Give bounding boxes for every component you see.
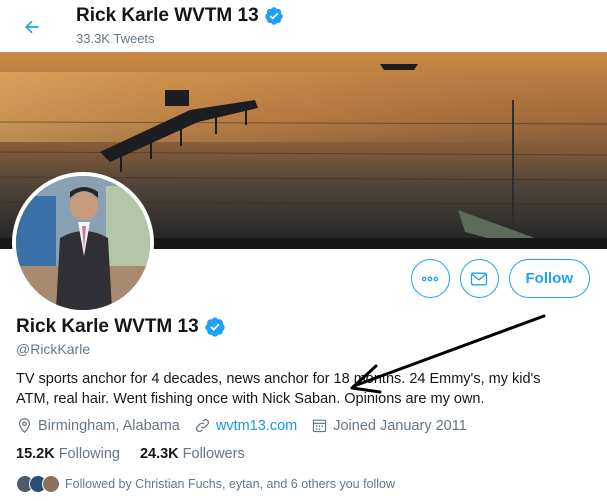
header-title: Rick Karle WVTM 13 <box>76 5 284 27</box>
profile-name: Rick Karle WVTM 13 <box>16 316 199 337</box>
following-label: Following <box>58 446 120 462</box>
profile-handle: @RickKarle <box>16 341 91 357</box>
more-dots-icon <box>421 276 439 281</box>
verified-badge-icon <box>205 317 225 337</box>
followers-label: Followers <box>182 446 245 462</box>
avatar-photo <box>16 176 150 310</box>
link-icon <box>195 418 209 433</box>
arrow-left-icon <box>25 20 39 34</box>
header-name: Rick Karle WVTM 13 <box>76 5 259 26</box>
profile-name-row: Rick Karle WVTM 13 <box>16 316 226 338</box>
website: wvtm13.com <box>194 417 297 434</box>
website-link[interactable]: wvtm13.com <box>216 418 297 434</box>
avatar <box>42 475 60 493</box>
followers-number: 24.3K <box>139 446 179 462</box>
back-button[interactable] <box>14 9 50 45</box>
profile-bio: TV sports anchor for 4 decades, news anc… <box>16 371 541 407</box>
follow-button[interactable]: Follow <box>508 259 590 298</box>
message-button[interactable] <box>459 259 499 298</box>
location-pin-icon <box>18 418 31 434</box>
following-count[interactable]: 15.2K Following <box>16 446 120 462</box>
calendar-icon <box>313 419 327 433</box>
followers-count[interactable]: 24.3K Followers <box>140 446 245 462</box>
profile-actions: Follow <box>410 259 590 298</box>
join-date: Joined January 2011 <box>311 417 467 434</box>
following-number: 15.2K <box>16 446 55 462</box>
location: Birmingham, Alabama <box>16 417 180 434</box>
verified-badge-icon <box>264 7 283 25</box>
follower-avatars <box>16 475 60 493</box>
more-button[interactable] <box>410 259 450 298</box>
join-date-text: Joined January 2011 <box>333 417 467 434</box>
follow-counts: 15.2K Following 24.3K Followers <box>16 446 245 462</box>
profile-header: Rick Karle WVTM 13 33.3K Tweets <box>0 0 607 52</box>
profile-avatar[interactable] <box>12 172 154 314</box>
followed-by[interactable]: Followed by Christian Fuchs, eytan, and … <box>16 475 395 493</box>
location-text: Birmingham, Alabama <box>38 417 180 434</box>
profile-meta: Birmingham, Alabama wvtm13.com Joined Ja… <box>16 417 467 434</box>
envelope-icon <box>470 272 488 285</box>
tweet-count: 33.3K Tweets <box>76 31 155 46</box>
followed-by-text: Followed by Christian Fuchs, eytan, and … <box>65 477 396 491</box>
